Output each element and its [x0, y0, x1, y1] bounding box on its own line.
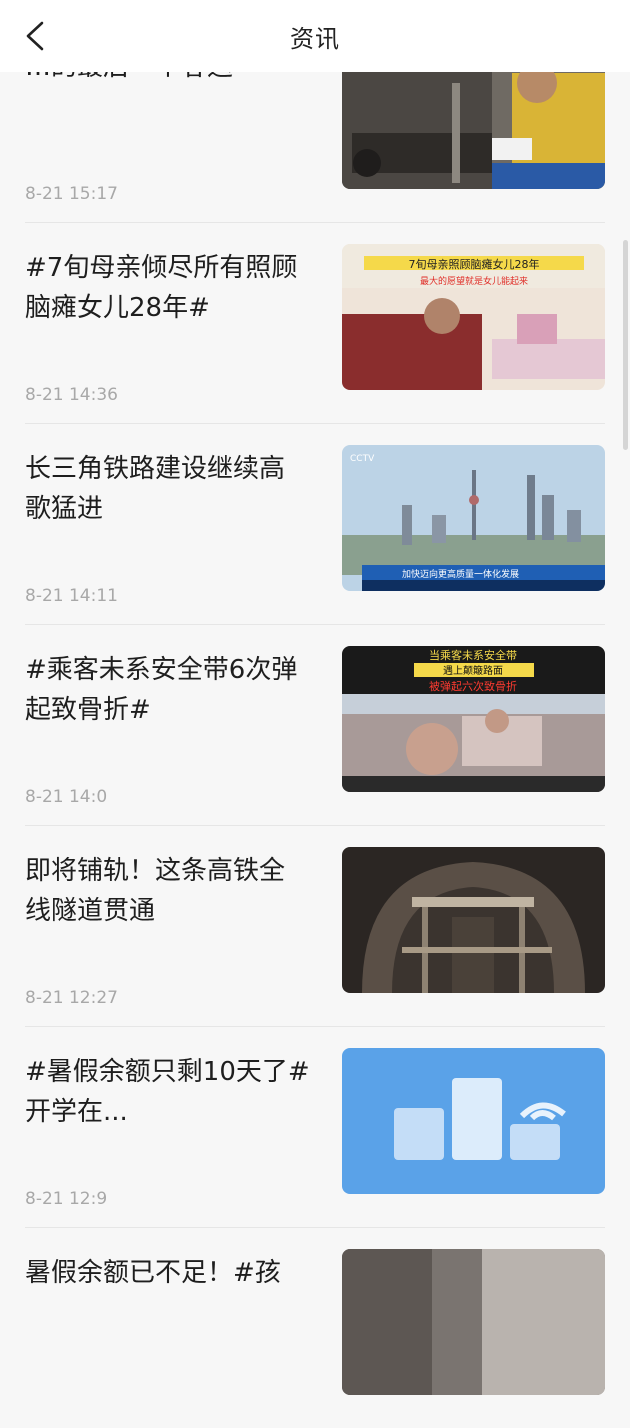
- partial-photo: [342, 1249, 605, 1395]
- page-title: 资讯: [290, 24, 340, 53]
- news-time: 8-21 14:11: [25, 586, 118, 606]
- news-thumbnail: [342, 1249, 605, 1395]
- news-item[interactable]: #7旬母亲倾尽所有照顾 脑瘫女儿28年# 8-21 14:36 7旬母亲照顾脑瘫…: [25, 222, 605, 424]
- mother-care-photo: 7旬母亲照顾脑瘫女儿28年 最大的愿望就是女儿能起来: [342, 244, 605, 390]
- chevron-left-icon: [26, 21, 44, 51]
- news-item[interactable]: 暑假余额已不足！#孩: [25, 1227, 605, 1428]
- svg-text:被弹起六次致骨折: 被弹起六次致骨折: [429, 679, 517, 693]
- news-thumbnail: 当乘客未系安全带 遇上颠簸路面 被弹起六次致骨折: [342, 646, 605, 792]
- placeholder-chart-icon: [342, 1048, 605, 1194]
- svg-text:加快迈向更高质量一体化发展: 加快迈向更高质量一体化发展: [402, 568, 519, 580]
- news-thumbnail: 加快迈向更高质量一体化发展 CCTV: [342, 445, 605, 591]
- bus-passenger-photo: 当乘客未系安全带 遇上颠簸路面 被弹起六次致骨折: [342, 646, 605, 792]
- news-time: 8-21 14:0: [25, 787, 108, 807]
- news-time: 8-21 14:36: [25, 385, 118, 405]
- top-navigation-bar: 资讯: [0, 0, 630, 72]
- news-time: 8-21 12:27: [25, 988, 118, 1008]
- news-time: 8-21 12:9: [25, 1189, 108, 1209]
- news-title: #乘客未系安全带6次弹 起致骨折#: [25, 655, 298, 725]
- news-thumbnail: [342, 847, 605, 993]
- svg-text:当乘客未系安全带: 当乘客未系安全带: [429, 648, 517, 662]
- svg-text:CCTV: CCTV: [350, 454, 375, 464]
- svg-text:遇上颠簸路面: 遇上颠簸路面: [443, 664, 503, 677]
- svg-text:最大的愿望就是女儿能起来: 最大的愿望就是女儿能起来: [420, 275, 528, 287]
- news-time: 8-21 15:17: [25, 184, 118, 204]
- news-thumbnail: [342, 1048, 605, 1194]
- back-button[interactable]: [14, 14, 58, 58]
- news-title: #暑假余额只剩10天了# 开学在...: [25, 1057, 310, 1127]
- news-title: 暑假余额已不足！#孩: [25, 1258, 281, 1288]
- scrollbar[interactable]: [623, 240, 628, 450]
- news-item[interactable]: #暑假余额只剩10天了# 开学在... 8-21 12:9: [25, 1026, 605, 1228]
- news-item[interactable]: 即将铺轨！这条高铁全 线隧道贯通 8-21 12:27: [25, 825, 605, 1027]
- news-title: 即将铺轨！这条高铁全 线隧道贯通: [25, 856, 286, 926]
- news-thumbnail: 7旬母亲照顾脑瘫女儿28年 最大的愿望就是女儿能起来: [342, 244, 605, 390]
- news-title: 长三角铁路建设继续高 歌猛进: [25, 454, 286, 524]
- news-item[interactable]: 长三角铁路建设继续高 歌猛进 8-21 14:11 加快迈向更高质量一体化发展 …: [25, 423, 605, 625]
- tunnel-photo: [342, 847, 605, 993]
- svg-text:7旬母亲照顾脑瘫女儿28年: 7旬母亲照顾脑瘫女儿28年: [409, 257, 540, 271]
- news-title: #7旬母亲倾尽所有照顾 脑瘫女儿28年#: [25, 253, 298, 323]
- shanghai-skyline-photo: 加快迈向更高质量一体化发展 CCTV: [342, 445, 605, 591]
- news-item[interactable]: #乘客未系安全带6次弹 起致骨折# 8-21 14:0 当乘客未系安全带 遇上颠…: [25, 624, 605, 826]
